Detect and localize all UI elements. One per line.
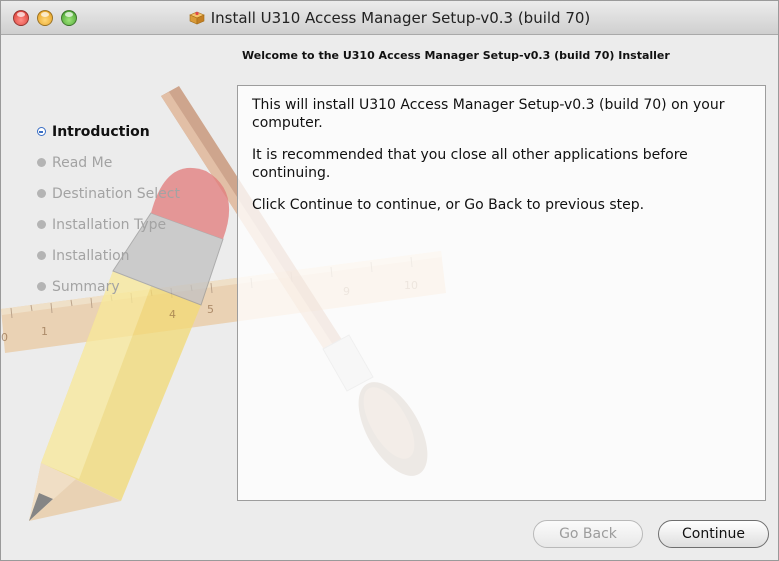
step-bullet-icon <box>37 189 46 198</box>
active-step-bullet-icon <box>37 127 46 136</box>
continue-button[interactable]: Continue <box>658 520 769 548</box>
svg-text:4: 4 <box>169 308 176 321</box>
step-summary: Summary <box>37 271 180 302</box>
step-bullet-icon <box>37 220 46 229</box>
window-title: Install U310 Access Manager Setup-v0.3 (… <box>210 9 591 27</box>
welcome-heading: Welcome to the U310 Access Manager Setup… <box>242 49 670 62</box>
step-label: Installation <box>52 247 130 264</box>
introduction-text-panel[interactable]: This will install U310 Access Manager Se… <box>237 85 766 501</box>
intro-paragraph: This will install U310 Access Manager Se… <box>252 97 725 131</box>
step-installation-type: Installation Type <box>37 209 180 240</box>
step-label: Installation Type <box>52 216 167 233</box>
installer-window: Install U310 Access Manager Setup-v0.3 (… <box>0 0 779 561</box>
step-bullet-icon <box>37 282 46 291</box>
step-destination-select: Destination Select <box>37 178 180 209</box>
svg-text:5: 5 <box>207 303 214 316</box>
step-bullet-icon <box>37 251 46 260</box>
package-icon <box>188 11 205 25</box>
step-label: Read Me <box>52 154 113 171</box>
step-introduction: Introduction <box>37 116 180 147</box>
title-bar: Install U310 Access Manager Setup-v0.3 (… <box>1 1 778 35</box>
step-bullet-icon <box>37 158 46 167</box>
step-label: Destination Select <box>52 185 180 202</box>
step-installation: Installation <box>37 240 180 271</box>
svg-text:1: 1 <box>41 325 48 338</box>
go-back-button[interactable]: Go Back <box>533 520 643 548</box>
window-title-area: Install U310 Access Manager Setup-v0.3 (… <box>1 1 778 35</box>
intro-paragraph: It is recommended that you close all oth… <box>252 147 688 181</box>
installer-steps-list: Introduction Read Me Destination Select … <box>37 116 180 302</box>
step-label: Summary <box>52 278 120 295</box>
step-read-me: Read Me <box>37 147 180 178</box>
step-label: Introduction <box>52 123 150 140</box>
intro-paragraph: Click Continue to continue, or Go Back t… <box>252 197 645 213</box>
svg-text:0: 0 <box>1 331 8 344</box>
